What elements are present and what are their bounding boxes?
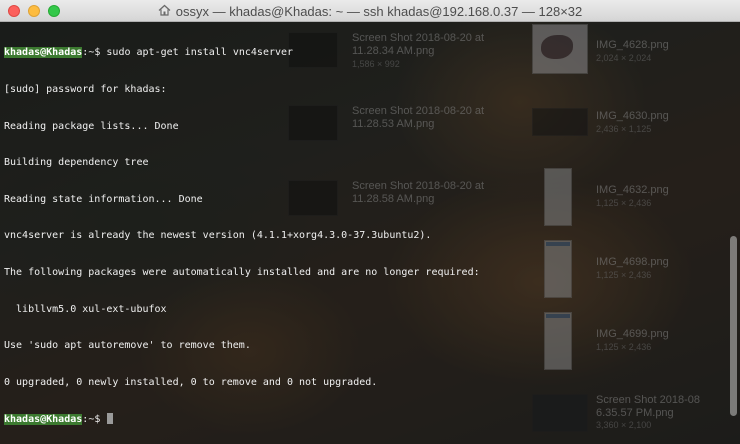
output-line: Use 'sudo apt autoremove' to remove them… [4,340,251,352]
output-line: Reading package lists... Done [4,120,179,132]
terminal-content[interactable]: Screen Shot 2018-08-20 at 11.28.34 AM.pn… [0,22,740,444]
prompt-user-host: khadas@Khadas [4,47,83,59]
output-line: libllvm5.0 xul-ext-ubufox [4,303,167,315]
command-line: khadas@Khadas:~$ sudo apt-get install vn… [4,47,724,59]
window-title: ossyx — khadas@Khadas: ~ — ssh khadas@19… [175,3,583,19]
output-line: [sudo] password for khadas: [4,84,167,95]
window-title-container: ossyx — khadas@Khadas: ~ — ssh khadas@19… [0,0,740,22]
scrollbar-thumb[interactable] [730,236,737,416]
text-cursor [107,413,114,425]
terminal-window: ossyx — khadas@Khadas: ~ — ssh khadas@19… [0,0,740,444]
output-line: 0 upgraded, 0 newly installed, 0 to remo… [4,376,378,388]
vertical-scrollbar[interactable] [727,22,740,444]
home-icon [158,4,171,16]
output-line: vnc4server is already the newest version… [4,230,432,242]
output-line: Building dependency tree [4,157,149,169]
active-prompt-line[interactable]: khadas@Khadas:~$ [4,413,724,426]
terminal-output[interactable]: khadas@Khadas:~$ sudo apt-get install vn… [4,23,724,444]
output-line: The following packages were automaticall… [4,266,480,278]
title-bar[interactable]: ossyx — khadas@Khadas: ~ — ssh khadas@19… [0,0,740,22]
prompt-user-host: khadas@Khadas [4,414,83,426]
prompt-symbol: $ [94,47,101,59]
output-line: Reading state information... Done [4,193,203,205]
prompt-symbol: $ [94,414,101,426]
command-text: sudo apt-get install vnc4server [106,47,294,59]
